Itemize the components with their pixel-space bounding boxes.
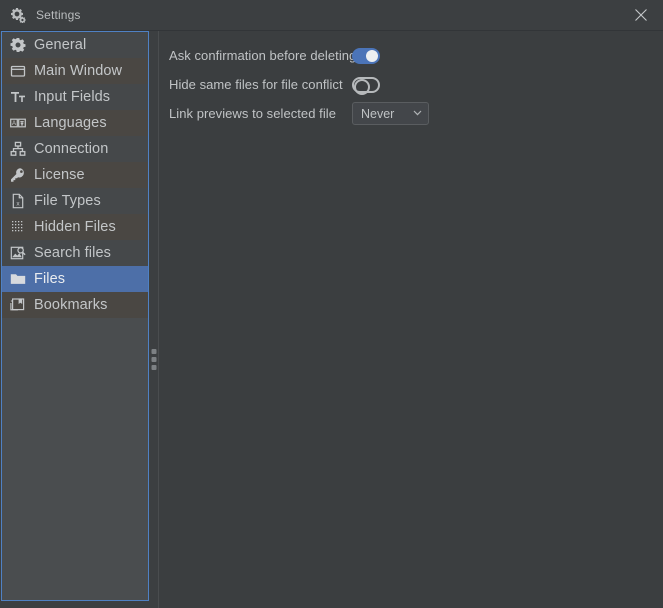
sidebar-item-label: License [34,167,85,183]
sidebar-item-label: Languages [34,115,107,131]
toggle-knob [366,49,378,62]
bookmarks-icon [10,297,26,313]
select-value: Never [361,106,395,121]
drag-grip-icon[interactable] [151,349,156,370]
text-cursor-icon [10,89,26,105]
window-body: General Main Window Input Fields A Langu… [0,31,663,608]
file-x-icon: x [10,193,26,209]
sidebar-item-label: Bookmarks [34,297,108,313]
settings-window: Settings General Main Window Input Field… [0,0,663,608]
sidebar-item-connection[interactable]: Connection [2,136,148,162]
sidebar-item-bookmarks[interactable]: Bookmarks [2,292,148,318]
languages-icon: A [10,115,26,131]
hide-same-files-for-file-conflict-toggle[interactable] [352,76,380,95]
setting-row-ask-confirmation: Ask confirmation before deleting [169,41,663,70]
sidebar-item-label: File Types [34,193,101,209]
folder-icon [10,271,26,287]
sidebar-item-label: Main Window [34,63,123,79]
sidebar-item-label: General [34,37,87,53]
sidebar-item-label: Search files [34,245,111,261]
sidebar-item-file-types[interactable]: x File Types [2,188,148,214]
setting-row-hide-same-files: Hide same files for file conflict [169,70,663,99]
settings-content-panel: Ask confirmation before deleting Hide sa… [158,31,663,608]
svg-text:x: x [16,200,20,207]
setting-label: Link previews to selected file [169,106,336,121]
dotted-grid-icon [10,219,26,235]
grip-dot [151,349,156,354]
window-icon [10,63,26,79]
sidebar-item-input-fields[interactable]: Input Fields [2,84,148,110]
sidebar-item-label: Connection [34,141,109,157]
sidebar-list: General Main Window Input Fields A Langu… [2,32,148,318]
sidebar-item-general[interactable]: General [2,32,148,58]
image-search-icon [10,245,26,261]
setting-row-link-previews: Link previews to selected file Never [169,99,663,128]
link-previews-to-selected-file-select[interactable]: Never [352,102,429,125]
grip-dot [151,357,156,362]
titlebar: Settings [0,0,663,31]
network-icon [10,141,26,157]
gear-icon [10,37,26,53]
chevron-down-icon [412,105,423,123]
sidebar-item-files[interactable]: Files [2,266,148,292]
ask-confirmation-before-deleting-toggle[interactable] [352,47,380,64]
setting-label: Hide same files for file conflict [169,77,343,92]
window-title: Settings [36,8,81,22]
sidebar-item-label: Hidden Files [34,219,116,235]
sidebar-item-label: Input Fields [34,89,111,105]
setting-label: Ask confirmation before deleting [169,48,357,63]
toggle-knob [354,78,370,95]
key-icon [10,167,26,183]
close-button[interactable] [618,0,663,30]
svg-text:A: A [12,121,16,127]
sidebar-item-search-files[interactable]: Search files [2,240,148,266]
sidebar-item-label: Files [34,271,66,287]
settings-category-sidebar[interactable]: General Main Window Input Fields A Langu… [1,31,149,601]
sidebar-item-main-window[interactable]: Main Window [2,58,148,84]
settings-gears-icon [10,7,26,24]
sidebar-splitter[interactable] [149,31,158,608]
sidebar-item-hidden-files[interactable]: Hidden Files [2,214,148,240]
sidebar-item-license[interactable]: License [2,162,148,188]
settings-rows: Ask confirmation before deleting Hide sa… [159,31,663,128]
sidebar-item-languages[interactable]: A Languages [2,110,148,136]
grip-dot [151,365,156,370]
